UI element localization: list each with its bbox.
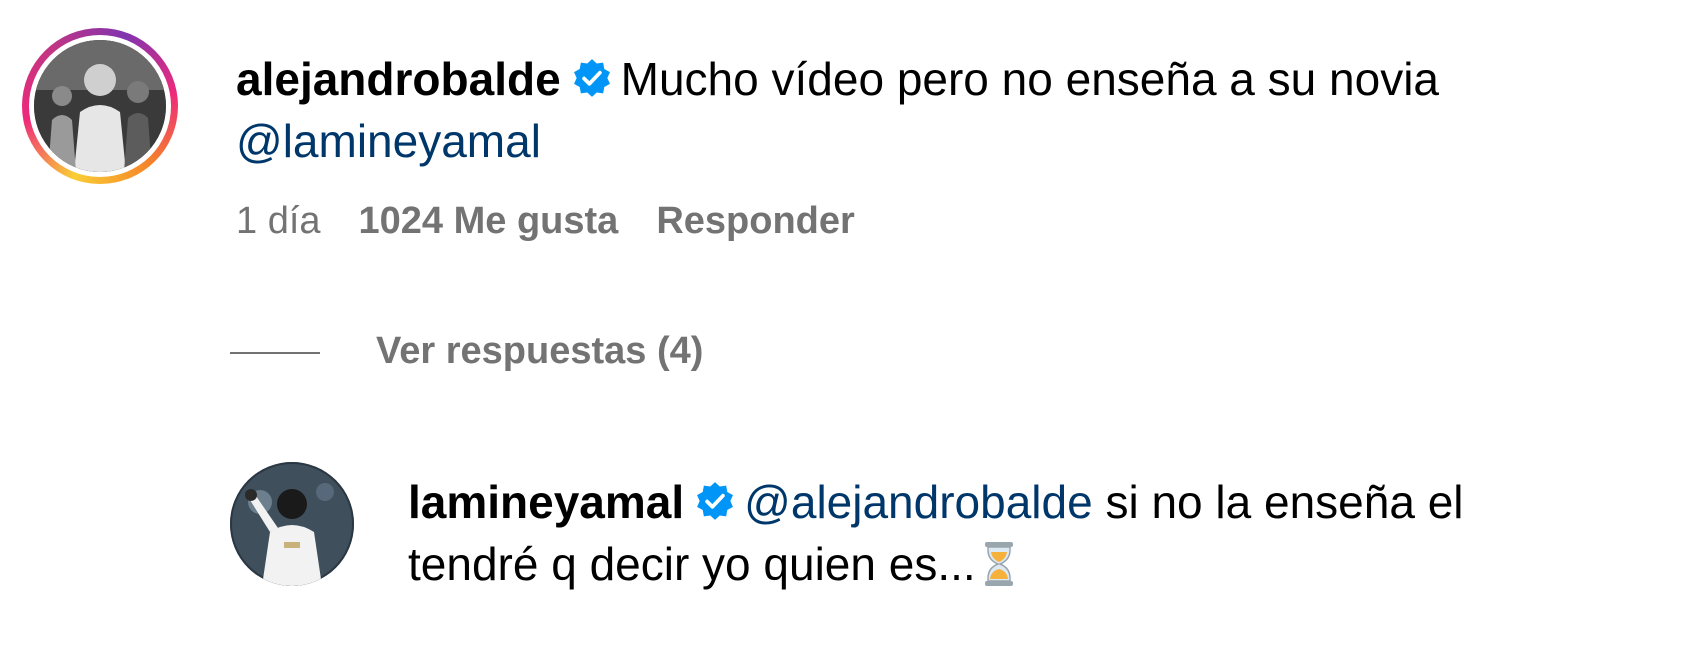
mention-link[interactable]: @lamineyamal	[236, 115, 541, 167]
comment-body: alejandrobalde Mucho vídeo pero no enseña…	[236, 48, 1676, 172]
hourglass-icon	[984, 542, 1013, 586]
divider-line	[230, 351, 320, 354]
comment-message: Mucho vídeo pero no enseña a su novia	[620, 53, 1439, 105]
username-link[interactable]: lamineyamal	[408, 476, 684, 528]
reply-body: lamineyamal @alejandrobalde si no la ense…	[408, 471, 1698, 595]
reply-message-line2: tendré q decir yo quien es...	[408, 538, 976, 590]
verified-badge-icon	[573, 59, 610, 97]
comment-meta: 1 día 1024 Me gusta Responder	[236, 200, 893, 243]
reply-message-line1: si no la enseña el	[1105, 476, 1464, 528]
verified-badge-icon	[697, 482, 734, 520]
comment-timestamp[interactable]: 1 día	[236, 200, 321, 242]
avatar	[34, 40, 166, 172]
view-replies-label: Ver respuestas (4)	[376, 330, 704, 372]
mention-link[interactable]: @alejandrobalde	[744, 476, 1093, 528]
view-replies-button[interactable]: Ver respuestas (4)	[230, 330, 703, 373]
reply-button[interactable]: Responder	[656, 200, 854, 242]
username-link[interactable]: alejandrobalde	[236, 53, 561, 105]
like-count[interactable]: 1024 Me gusta	[359, 200, 619, 242]
avatar[interactable]	[230, 462, 354, 586]
story-ring-avatar[interactable]	[22, 28, 178, 184]
comment-text: alejandrobalde Mucho vídeo pero no enseña…	[236, 48, 1676, 110]
